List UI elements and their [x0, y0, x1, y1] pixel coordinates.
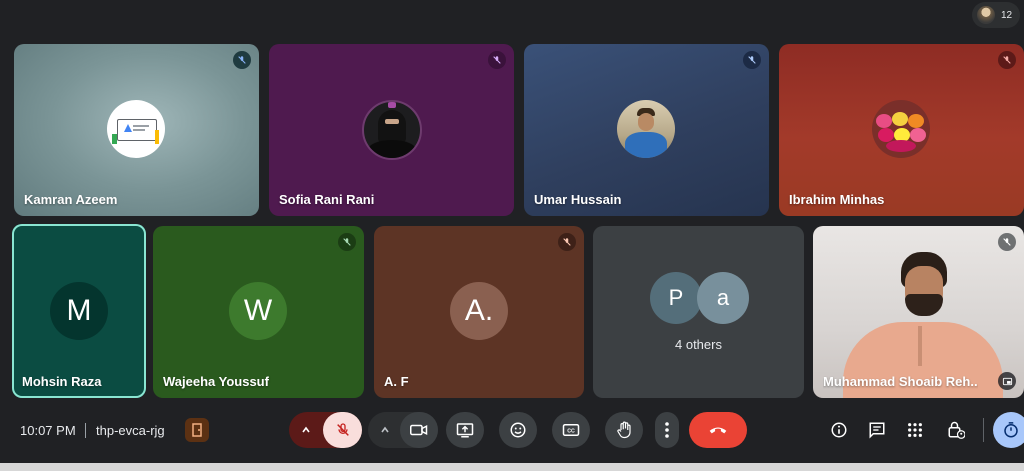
video-camera-icon — [410, 424, 428, 436]
captions-button[interactable]: CC — [552, 412, 590, 448]
chat-button[interactable] — [859, 412, 895, 448]
yarn-balls-avatar — [872, 100, 930, 158]
exit-door-icon[interactable] — [185, 418, 209, 442]
present-screen-icon — [456, 423, 474, 438]
avatar-letter: P — [668, 285, 684, 310]
chevron-up-icon — [381, 426, 389, 433]
avatar-letter: a — [716, 285, 730, 310]
avatar-letter: A. — [464, 294, 494, 327]
mic-off-icon — [998, 51, 1016, 69]
google-ads-avatar — [107, 100, 165, 158]
mic-toggle-button[interactable] — [323, 412, 362, 448]
participant-name: Umar Hussain — [534, 192, 622, 207]
lock-person-icon — [948, 421, 965, 439]
reactions-button[interactable] — [499, 412, 537, 448]
host-controls-button[interactable] — [938, 412, 974, 448]
divider — [85, 423, 86, 438]
meeting-details-button[interactable] — [821, 412, 857, 448]
participant-tile-ibrahim[interactable]: Ibrahim Minhas — [779, 44, 1024, 216]
participant-tile-wajeeha[interactable]: W Wajeeha Youssuf — [153, 226, 364, 398]
apps-grid-icon — [908, 423, 922, 437]
info-icon — [831, 422, 847, 438]
mic-off-icon — [743, 51, 761, 69]
letter-avatar: W — [229, 282, 287, 340]
participant-count-chip[interactable]: 12 — [972, 2, 1020, 28]
clock-time: 10:07 PM — [20, 423, 76, 438]
participant-name: Muhammad Shoaib Reh... — [823, 374, 978, 389]
mic-off-icon — [998, 233, 1016, 251]
others-tile[interactable]: P a 4 others — [593, 226, 804, 398]
participant-name: Mohsin Raza — [22, 374, 102, 389]
meeting-code: thp-evca-rjg — [96, 423, 165, 438]
participant-avatar-icon — [977, 6, 995, 24]
participant-name: Ibrahim Minhas — [789, 192, 885, 207]
window-bottom-edge — [0, 463, 1024, 471]
divider — [983, 418, 984, 442]
participant-name: Kamran Azeem — [24, 192, 118, 207]
participant-name: Sofia Rani Rani — [279, 192, 375, 207]
avatar-letter: M — [66, 294, 92, 327]
more-vert-icon — [665, 422, 669, 438]
participant-count: 12 — [1001, 9, 1013, 21]
pip-icon[interactable] — [998, 372, 1016, 390]
closed-captions-icon: CC — [562, 424, 580, 436]
avatar-letter: W — [243, 294, 273, 327]
letter-avatar: M — [50, 282, 108, 340]
letter-avatar-p: P — [650, 272, 702, 324]
participant-tile-af[interactable]: A. A. F — [374, 226, 584, 398]
participant-tile-kamran[interactable]: Kamran Azeem — [14, 44, 259, 216]
chevron-up-icon — [302, 426, 310, 433]
raise-hand-icon — [617, 421, 631, 439]
participant-tile-shoaib[interactable]: Muhammad Shoaib Reh... — [813, 226, 1024, 398]
participant-tile-mohsin[interactable]: M Mohsin Raza — [12, 224, 146, 398]
emoji-icon — [510, 422, 526, 438]
participant-name: A. F — [384, 374, 409, 389]
camera-options-button[interactable] — [368, 412, 402, 448]
mic-off-icon — [488, 51, 506, 69]
activities-button[interactable] — [897, 412, 933, 448]
timer-button[interactable] — [993, 412, 1024, 448]
video-feed — [813, 226, 1024, 398]
more-options-button[interactable] — [655, 412, 679, 448]
raise-hand-button[interactable] — [605, 412, 643, 448]
call-end-icon — [709, 427, 727, 434]
end-call-button[interactable] — [689, 412, 747, 448]
participant-name: Wajeeha Youssuf — [163, 374, 269, 389]
mic-group — [289, 412, 362, 448]
svg-text:CC: CC — [567, 429, 575, 435]
participant-tile-umar[interactable]: Umar Hussain — [524, 44, 769, 216]
letter-avatar-a: a — [697, 272, 749, 324]
camera-group — [368, 412, 438, 448]
chat-icon — [869, 422, 885, 439]
profile-photo-avatar — [617, 100, 675, 158]
mic-off-icon — [338, 233, 356, 251]
letter-avatar: A. — [450, 282, 508, 340]
present-screen-button[interactable] — [446, 412, 484, 448]
hijab-photo-avatar — [362, 100, 422, 160]
participant-tile-sofia[interactable]: Sofia Rani Rani — [269, 44, 514, 216]
others-label: 4 others — [675, 337, 722, 352]
mic-off-icon — [558, 233, 576, 251]
mic-off-icon — [336, 423, 349, 436]
camera-toggle-button[interactable] — [400, 412, 438, 448]
mic-off-icon — [233, 51, 251, 69]
mic-options-button[interactable] — [289, 412, 323, 448]
timer-icon — [1004, 422, 1018, 438]
